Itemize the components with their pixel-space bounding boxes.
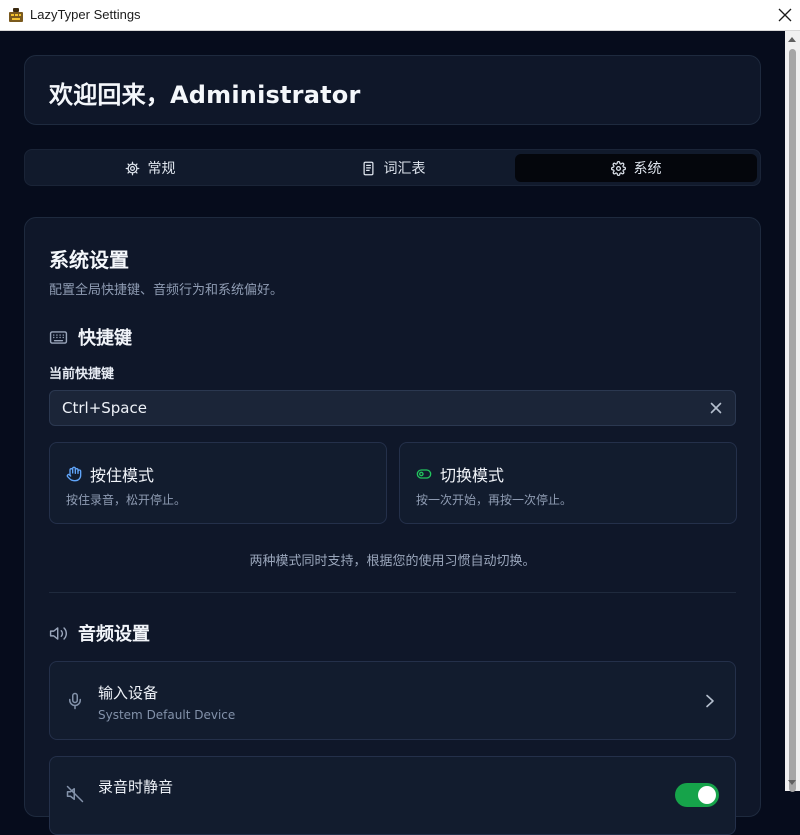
microphone-icon (69, 692, 81, 710)
scroll-down-icon[interactable] (788, 780, 796, 785)
mute-while-recording-title: 录音时静音 (98, 778, 174, 796)
app-logo-icon (9, 8, 23, 22)
window-title: LazyTyper Settings (30, 7, 141, 22)
mode-note: 两种模式同时支持，根据您的使用习惯自动切换。 (249, 554, 536, 569)
mute-while-recording-toggle[interactable] (675, 783, 719, 807)
toggle-knob (698, 786, 716, 804)
section-title: 系统设置 (49, 248, 129, 272)
toggle-mode-description: 按一次开始，再按一次停止。 (416, 493, 573, 507)
hand-icon (66, 466, 82, 482)
input-device-title: 输入设备 (98, 684, 159, 702)
tab-vocabulary[interactable]: 词汇表 (272, 154, 514, 182)
hotkey-input[interactable] (50, 391, 714, 425)
hold-mode-header: 按住模式 (66, 462, 154, 486)
hotkey-field-label: 当前快捷键 (49, 367, 115, 382)
scroll-up-icon[interactable] (788, 37, 796, 42)
input-device-row[interactable]: 输入设备 System Default Device (49, 661, 736, 740)
divider (49, 592, 736, 593)
section-description: 配置全局快捷键、音频行为和系统偏好。 (49, 283, 284, 298)
mute-while-recording-row: 录音时静音 (49, 756, 736, 835)
tab-general[interactable]: 常规 (29, 154, 271, 182)
system-settings-card: 系统设置 配置全局快捷键、音频行为和系统偏好。 快捷键 当前快捷键 按住模式 按… (24, 217, 761, 835)
toggle-mode-card[interactable]: 切换模式 按一次开始，再按一次停止。 (399, 442, 737, 524)
toggle-icon (416, 469, 432, 479)
scrollbar-thumb[interactable] (789, 49, 796, 792)
tab-general-label: 常规 (147, 161, 176, 177)
clear-icon[interactable] (710, 402, 722, 414)
speaker-mute-icon (66, 785, 84, 803)
welcome-card: 欢迎回来，Administrator (24, 55, 761, 125)
tab-bar: 常规 词汇表 系统 (24, 149, 761, 186)
hotkey-group-title: 快捷键 (78, 328, 132, 349)
audio-group-title: 音频设置 (78, 624, 150, 645)
tab-system[interactable]: 系统 (515, 154, 757, 182)
input-device-value: System Default Device (98, 708, 236, 722)
tab-system-label: 系统 (633, 161, 662, 177)
window-titlebar: LazyTyper Settings (0, 0, 800, 31)
tab-vocabulary-label: 词汇表 (383, 161, 426, 177)
close-icon[interactable] (778, 8, 792, 22)
toggle-mode-title: 切换模式 (440, 466, 505, 485)
hotkey-field (49, 390, 736, 426)
hold-mode-card[interactable]: 按住模式 按住录音，松开停止。 (49, 442, 387, 524)
welcome-heading: 欢迎回来，Administrator (49, 81, 361, 109)
chevron-right-icon (706, 694, 714, 708)
hotkey-group-header: 快捷键 (49, 324, 132, 350)
document-icon (363, 161, 373, 175)
audio-group-header: 音频设置 (49, 620, 150, 646)
vertical-scrollbar[interactable] (785, 31, 800, 792)
hold-mode-title: 按住模式 (90, 466, 155, 485)
speaker-icon (49, 626, 68, 640)
gear-icon (610, 160, 626, 176)
toggle-mode-header: 切换模式 (416, 462, 504, 486)
hold-mode-description: 按住录音，松开停止。 (66, 493, 187, 507)
keyboard-icon (49, 330, 68, 344)
gear-icon (125, 161, 139, 175)
